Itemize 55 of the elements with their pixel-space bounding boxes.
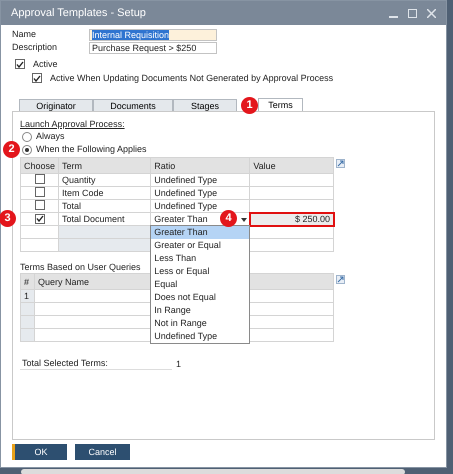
tab[interactable]: Terms bbox=[258, 98, 303, 111]
table-cell: Item Code bbox=[58, 186, 151, 200]
dialog-button[interactable]: Cancel bbox=[75, 444, 130, 460]
radio-button[interactable] bbox=[22, 132, 32, 142]
input-field[interactable]: Purchase Request > $250 bbox=[89, 42, 217, 54]
checkbox-label: Active When Updating Documents Not Generated by Approval Process bbox=[50, 72, 334, 84]
column-header: Ratio bbox=[150, 158, 250, 174]
section-heading: Terms Based on User Queries bbox=[20, 262, 142, 273]
section-heading: Launch Approval Process: bbox=[20, 119, 126, 130]
close-icon[interactable] bbox=[427, 8, 436, 18]
callout-marker: 2 bbox=[3, 141, 20, 158]
expand-icon[interactable] bbox=[336, 275, 345, 284]
radio-label: When the Following Applies bbox=[36, 144, 147, 155]
maximize-icon[interactable] bbox=[408, 8, 417, 18]
total-value: 1 bbox=[176, 359, 182, 370]
checkbox[interactable] bbox=[34, 200, 45, 210]
radio-label: Always bbox=[36, 131, 65, 142]
checkbox[interactable] bbox=[34, 187, 45, 197]
dropdown-option[interactable]: Greater Than bbox=[151, 226, 250, 239]
column-header: Value bbox=[250, 158, 334, 174]
field-label: Name bbox=[12, 29, 38, 40]
table-cell: Undefined Type bbox=[154, 188, 218, 198]
table-cell: Undefined Type bbox=[154, 201, 218, 211]
dialog-button[interactable]: OK bbox=[12, 444, 67, 460]
checkbox[interactable] bbox=[34, 174, 45, 184]
scroll-bar[interactable] bbox=[21, 469, 405, 474]
total-label: Total Selected Terms: bbox=[20, 358, 172, 370]
callout-marker: 1 bbox=[241, 97, 258, 114]
expand-icon[interactable] bbox=[336, 159, 345, 168]
checkbox[interactable] bbox=[34, 214, 45, 224]
dropdown-option[interactable]: Greater or Equal bbox=[151, 239, 250, 252]
checkbox[interactable] bbox=[32, 73, 42, 83]
table-cell: Greater Than bbox=[154, 214, 208, 224]
column-header: Choose bbox=[20, 158, 59, 174]
input-field[interactable]: Internal Requisition bbox=[89, 28, 217, 40]
dropdown-option[interactable]: Equal bbox=[151, 278, 250, 291]
table-cell: Total bbox=[58, 200, 151, 212]
input-field[interactable]: $ 250.00 bbox=[250, 212, 334, 226]
field-label: Description bbox=[12, 42, 58, 53]
tab[interactable]: Documents bbox=[93, 99, 173, 111]
tab[interactable]: Stages bbox=[173, 99, 237, 111]
radio-button[interactable] bbox=[22, 144, 32, 154]
tab[interactable]: Originator bbox=[19, 99, 93, 111]
callout-marker: 4 bbox=[220, 210, 237, 227]
checkbox-label: Active bbox=[33, 58, 58, 70]
dropdown-option[interactable]: Less Than bbox=[151, 252, 250, 265]
column-header: # bbox=[20, 274, 34, 290]
table-cell: Undefined Type bbox=[154, 175, 218, 185]
caret-icon[interactable] bbox=[241, 218, 248, 222]
row-number: 1 bbox=[20, 290, 34, 302]
checkbox[interactable] bbox=[15, 59, 25, 69]
column-header: Term bbox=[58, 158, 151, 174]
table-cell: Quantity bbox=[58, 174, 151, 186]
callout-marker: 3 bbox=[0, 210, 16, 227]
window-title: Approval Templates - Setup bbox=[11, 8, 146, 18]
